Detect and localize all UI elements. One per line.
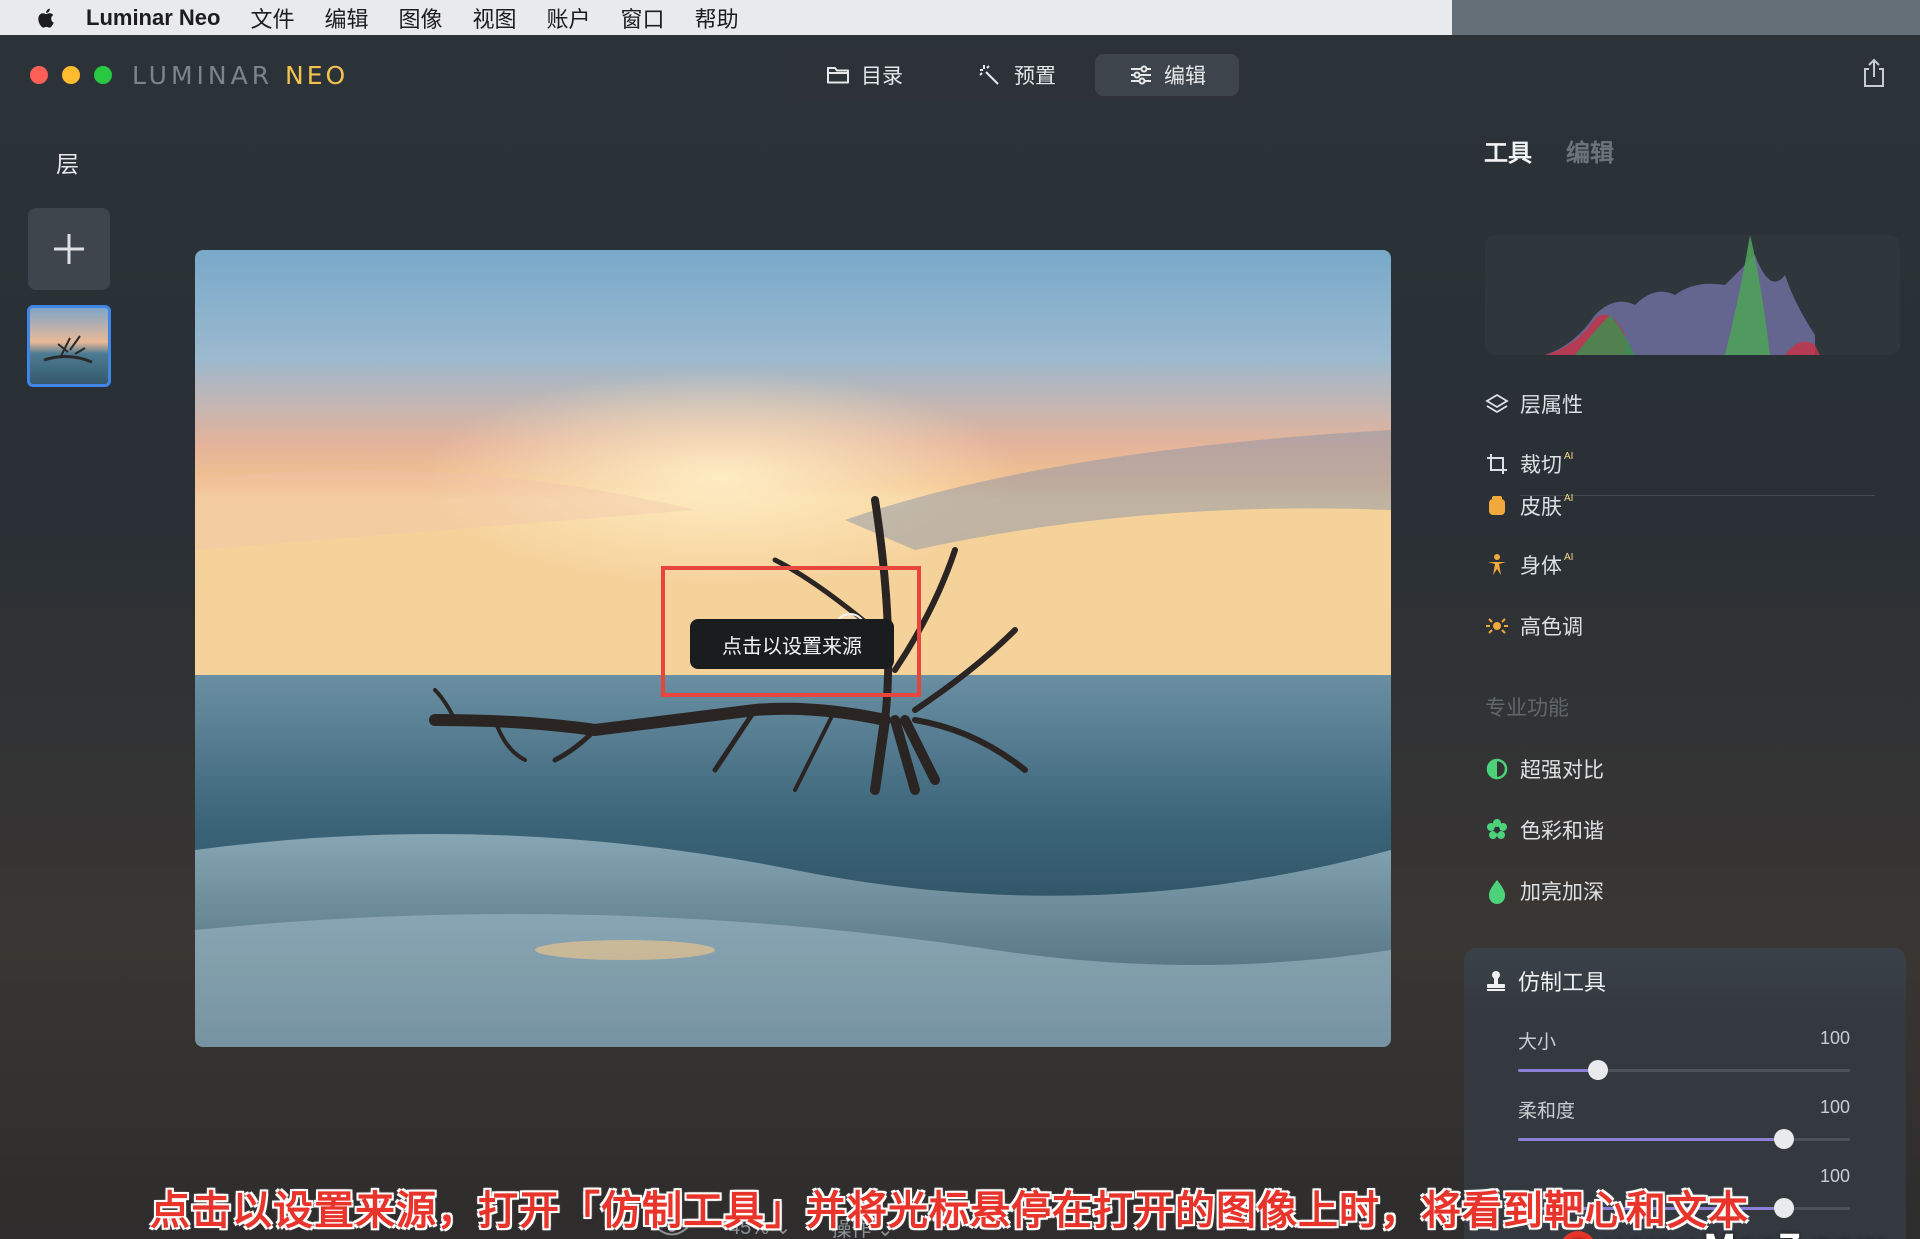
app-window: LUMINAR NEO 目录 预置 编辑 层 点击以设置来源 45% ⌄ 操作 … bbox=[0, 35, 1920, 1239]
tool-high-key-label: 高色调 bbox=[1520, 616, 1583, 639]
logo-accent-text: NEO bbox=[285, 61, 349, 90]
menu-account[interactable]: 账户 bbox=[547, 2, 591, 34]
watermark: Z www.MacZ.com bbox=[1560, 1227, 1890, 1239]
contrast-icon bbox=[1484, 756, 1510, 782]
magic-wand-icon bbox=[979, 65, 999, 85]
clone-stamp-icon bbox=[1487, 971, 1505, 991]
tool-crop-label: 裁切 bbox=[1520, 454, 1562, 477]
tool-skin[interactable]: 皮肤 AI bbox=[1484, 489, 1573, 523]
ai-badge: AI bbox=[1564, 451, 1574, 462]
layer-thumbnail-image bbox=[43, 335, 93, 364]
macz-logo-icon: Z bbox=[1560, 1230, 1596, 1239]
menu-image[interactable]: 图像 bbox=[399, 2, 443, 34]
mode-switcher: 目录 预置 编辑 bbox=[785, 50, 1247, 100]
folder-icon bbox=[827, 67, 849, 84]
tab-edit[interactable]: 编辑 bbox=[1095, 54, 1239, 96]
plus-icon bbox=[54, 234, 84, 264]
tool-color-harmony[interactable]: 色彩和谐 bbox=[1484, 813, 1604, 847]
histogram bbox=[1485, 235, 1900, 355]
tutorial-caption: 点击以设置来源，打开「仿制工具」并将光标悬停在打开的图像上时，将看到靶心和文本 bbox=[150, 1189, 1749, 1233]
layer-thumbnail[interactable] bbox=[27, 305, 111, 387]
menu-help[interactable]: 帮助 bbox=[695, 2, 739, 34]
tab-edit-label: 编辑 bbox=[1164, 65, 1206, 88]
tool-crop[interactable]: 裁切 AI bbox=[1484, 447, 1573, 481]
slider-fill bbox=[1518, 1069, 1598, 1072]
high-key-icon bbox=[1484, 613, 1510, 639]
layers-title: 层 bbox=[56, 151, 79, 177]
tab-presets[interactable]: 预置 bbox=[939, 54, 1095, 96]
tool-color-harmony-label: 色彩和谐 bbox=[1520, 820, 1604, 843]
slider-opacity-value: 100 bbox=[1819, 1166, 1850, 1186]
ai-badge: AI bbox=[1564, 552, 1574, 563]
slider-softness-label: 柔和度 bbox=[1518, 1101, 1576, 1122]
tool-high-key[interactable]: 高色调 bbox=[1484, 609, 1583, 643]
pro-tools-heading: 专业功能 bbox=[1485, 697, 1569, 720]
slider-thumb[interactable] bbox=[1587, 1060, 1608, 1080]
slider-softness[interactable] bbox=[1518, 1129, 1850, 1149]
tool-super-contrast[interactable]: 超强对比 bbox=[1484, 752, 1604, 786]
luminar-neo-logo: LUMINAR NEO bbox=[132, 61, 348, 90]
body-icon bbox=[1484, 552, 1510, 578]
share-icon[interactable] bbox=[1861, 57, 1887, 89]
dodge-burn-icon bbox=[1484, 878, 1510, 904]
crop-icon bbox=[1484, 451, 1510, 477]
tool-dodge-burn[interactable]: 加亮加深 bbox=[1484, 874, 1604, 908]
slider-size-value: 100 bbox=[1819, 1028, 1850, 1048]
clone-tool-header[interactable]: 仿制工具 bbox=[1484, 965, 1606, 997]
tab-presets-label: 预置 bbox=[1014, 65, 1056, 88]
slider-size[interactable] bbox=[1518, 1060, 1850, 1080]
slider-thumb[interactable] bbox=[1773, 1129, 1794, 1149]
ai-badge: AI bbox=[1564, 493, 1574, 504]
menu-file[interactable]: 文件 bbox=[250, 2, 294, 34]
tab-edits[interactable]: 编辑 bbox=[1566, 133, 1614, 168]
tool-layer-properties-label: 层属性 bbox=[1520, 394, 1583, 417]
slider-fill bbox=[1518, 1138, 1784, 1141]
menu-app-name[interactable]: Luminar Neo bbox=[86, 5, 220, 31]
tool-dodge-burn-label: 加亮加深 bbox=[1520, 881, 1604, 904]
sliders-icon bbox=[1131, 65, 1151, 85]
maximize-window-button[interactable] bbox=[94, 66, 112, 84]
watermark-text: www.MacZ.com bbox=[1606, 1227, 1890, 1239]
tool-body-label: 身体 bbox=[1520, 555, 1562, 578]
close-window-button[interactable] bbox=[30, 66, 48, 84]
slider-thumb[interactable] bbox=[1773, 1198, 1794, 1218]
tool-body[interactable]: 身体 AI bbox=[1484, 548, 1573, 582]
slider-softness-value: 100 bbox=[1819, 1097, 1850, 1117]
apple-icon[interactable] bbox=[30, 5, 64, 31]
tool-super-contrast-label: 超强对比 bbox=[1520, 759, 1604, 782]
logo-main-text: LUMINAR bbox=[132, 61, 286, 90]
slider-size-label: 大小 bbox=[1518, 1032, 1557, 1053]
menu-window[interactable]: 窗口 bbox=[621, 2, 665, 34]
title-bar: LUMINAR NEO 目录 预置 编辑 bbox=[0, 35, 1920, 115]
minimize-window-button[interactable] bbox=[62, 66, 80, 84]
clone-tool-title: 仿制工具 bbox=[1518, 970, 1607, 995]
skin-icon bbox=[1484, 493, 1510, 519]
tool-layer-properties[interactable]: 层属性 bbox=[1484, 387, 1583, 421]
layers-icon bbox=[1484, 391, 1510, 417]
macos-menubar: Luminar Neo 文件 编辑 图像 视图 账户 窗口 帮助 bbox=[0, 0, 1452, 35]
tool-skin-label: 皮肤 bbox=[1520, 496, 1562, 519]
add-layer-button[interactable] bbox=[28, 208, 110, 290]
menu-view[interactable]: 视图 bbox=[473, 2, 517, 34]
tab-tools[interactable]: 工具 bbox=[1484, 133, 1532, 168]
clone-source-tooltip: 点击以设置来源 bbox=[690, 619, 894, 669]
tab-catalog-label: 目录 bbox=[861, 65, 903, 88]
menu-edit[interactable]: 编辑 bbox=[324, 2, 368, 34]
color-harmony-icon bbox=[1484, 817, 1510, 843]
desktop-background bbox=[1452, 0, 1920, 35]
tab-catalog[interactable]: 目录 bbox=[789, 54, 939, 96]
